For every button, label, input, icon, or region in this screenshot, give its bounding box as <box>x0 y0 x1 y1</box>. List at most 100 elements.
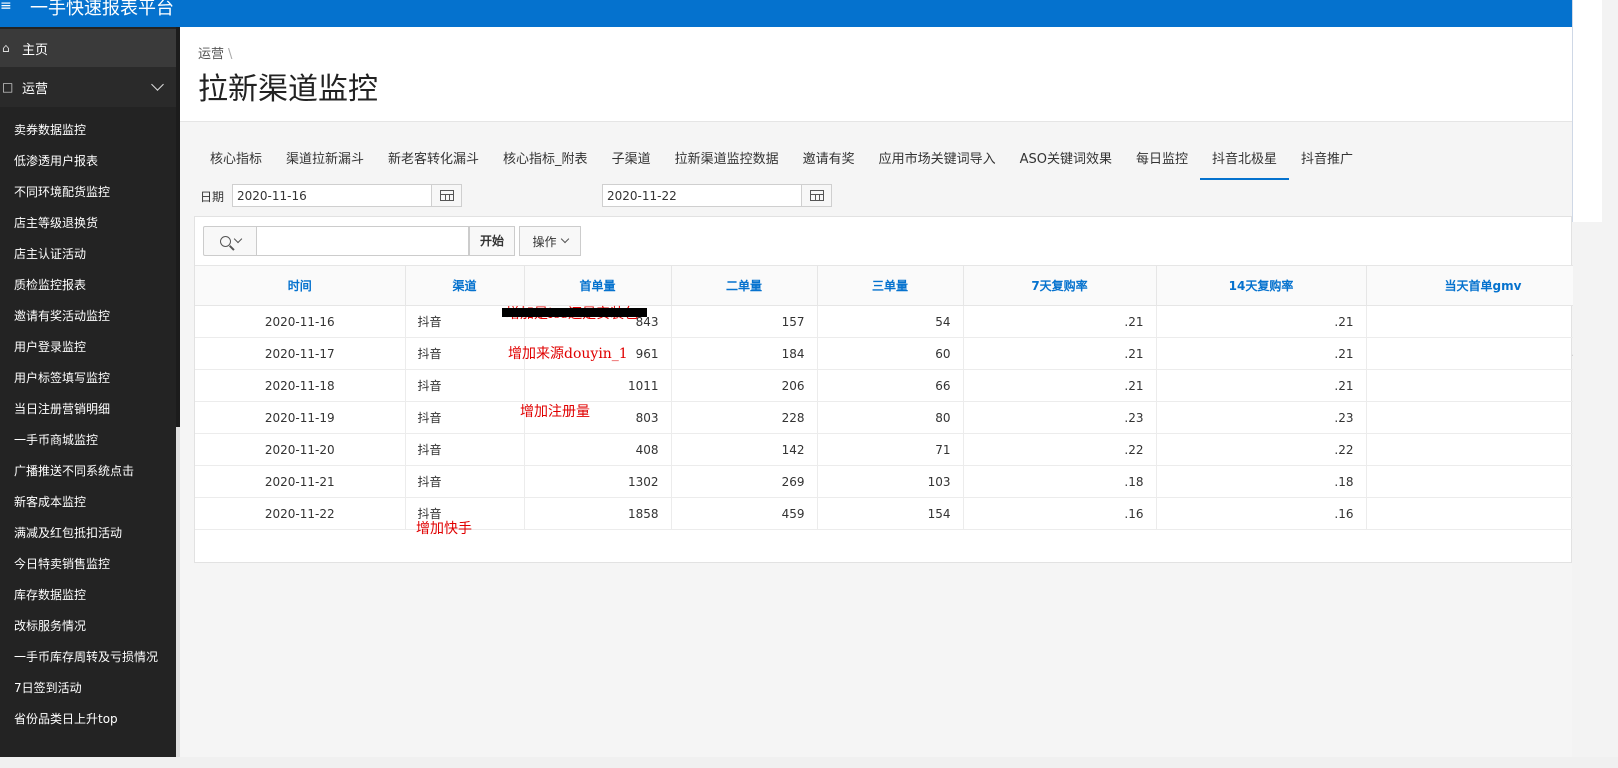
tab-daily-monitor[interactable]: 每日监控 <box>1124 148 1200 180</box>
cell-first-order-gmv: 34 <box>1366 305 1573 338</box>
cell-7day-repurchase: .23 <box>963 401 1157 434</box>
column-header-second-orders[interactable]: 二单量 <box>671 265 818 306</box>
cell-14day-repurchase: .16 <box>1156 497 1367 530</box>
cell-channel: 抖音 <box>405 401 525 434</box>
sidebar-sub-item[interactable]: 店主等级退换货 <box>0 208 180 239</box>
sidebar-sub-item[interactable]: 一手币库存周转及亏损情况 <box>0 642 180 673</box>
chevron-down-icon <box>233 234 242 244</box>
cell-first-order-gmv: 34 <box>1366 401 1573 434</box>
start-date-value: 2020-11-16 <box>237 189 307 203</box>
search-input[interactable] <box>257 226 469 256</box>
cell-first-orders: 408 <box>524 433 672 466</box>
cell-time: 2020-11-17 <box>195 337 406 370</box>
column-header-channel[interactable]: 渠道 <box>405 265 525 306</box>
sidebar-sub-item[interactable]: 新客成本监控 <box>0 487 180 518</box>
tab-douyin-promotion[interactable]: 抖音推广 <box>1289 148 1365 180</box>
tab-aso-keywords[interactable]: ASO关键词效果 <box>1008 148 1124 180</box>
cell-third-orders: 60 <box>817 337 964 370</box>
annotation-source-douyin: 增加来源douyin_1 <box>508 346 628 362</box>
sidebar-sub-item[interactable]: 当日注册营销明细 <box>0 394 180 425</box>
table-row: 2020-11-22 抖音 1858 459 154 .16 .16 89 <box>195 497 1573 530</box>
table-row: 2020-11-20 抖音 408 142 71 .22 .22 27 <box>195 433 1573 466</box>
sidebar-item-ops[interactable]: □ 运营 <box>0 67 180 107</box>
table-row: 2020-11-17 抖音 961 184 60 .21 .21 47 <box>195 337 1573 370</box>
sidebar-sub-item[interactable]: 不同环境配货监控 <box>0 177 180 208</box>
sidebar-sub-list: 卖券数据监控 低渗透用户报表 不同环境配货监控 店主等级退换货 店主认证活动 质… <box>0 115 180 735</box>
sidebar-sub-item[interactable]: 店主认证活动 <box>0 239 180 270</box>
sidebar-sub-item[interactable]: 今日特卖销售监控 <box>0 549 180 580</box>
sidebar-sub-item[interactable]: 用户登录监控 <box>0 332 180 363</box>
actions-label: 操作 <box>532 234 557 249</box>
tab-channel-data[interactable]: 拉新渠道监控数据 <box>663 148 791 180</box>
sidebar-sub-item[interactable]: 低渗透用户报表 <box>0 146 180 177</box>
main-content: 运营 \ 拉新渠道监控 核心指标 渠道拉新漏斗 新老客转化漏斗 核心指标_附表 子… <box>180 27 1573 757</box>
page-header: 运营 \ 拉新渠道监控 <box>180 27 1572 122</box>
cell-first-order-gmv: 47 <box>1366 337 1573 370</box>
cell-second-orders: 228 <box>671 401 818 434</box>
search-icon <box>219 235 231 247</box>
sidebar-sub-item[interactable]: 质检监控报表 <box>0 270 180 301</box>
actions-menu-button[interactable]: 操作 <box>519 226 581 256</box>
calendar-icon <box>809 190 824 201</box>
go-button[interactable]: 开始 <box>469 226 515 256</box>
cell-7day-repurchase: .18 <box>963 465 1157 498</box>
sidebar-sub-item[interactable]: 邀请有奖活动监控 <box>0 301 180 332</box>
search-column-button[interactable] <box>203 226 257 256</box>
sidebar-sub-item[interactable]: 改标服务情况 <box>0 611 180 642</box>
column-header-14day-repurchase[interactable]: 14天复购率 <box>1156 265 1367 306</box>
column-header-first-orders[interactable]: 首单量 <box>524 265 672 306</box>
calendar-button[interactable] <box>801 185 831 206</box>
page-title: 拉新渠道监控 <box>198 72 378 107</box>
cell-14day-repurchase: .23 <box>1156 401 1367 434</box>
cell-third-orders: 66 <box>817 369 964 402</box>
tab-core-metrics-appendix[interactable]: 核心指标_附表 <box>491 148 600 180</box>
sidebar-sub-item[interactable]: 广播推送不同系统点击 <box>0 456 180 487</box>
end-date-field[interactable]: 2020-11-22 <box>602 184 832 207</box>
cell-time: 2020-11-22 <box>195 497 406 530</box>
tab-channel-funnel[interactable]: 渠道拉新漏斗 <box>274 148 376 180</box>
sidebar-sub-item[interactable]: 7日签到活动 <box>0 673 180 704</box>
tab-invite-reward[interactable]: 邀请有奖 <box>791 148 867 180</box>
start-date-field[interactable]: 2020-11-16 <box>232 184 462 207</box>
sidebar-item-home[interactable]: ⌂ 主页 <box>0 29 180 67</box>
tab-core-metrics[interactable]: 核心指标 <box>198 148 274 180</box>
column-header-7day-repurchase[interactable]: 7天复购率 <box>963 265 1157 306</box>
tab-bar: 核心指标 渠道拉新漏斗 新老客转化漏斗 核心指标_附表 子渠道 拉新渠道监控数据… <box>198 148 1365 180</box>
cell-14day-repurchase: .22 <box>1156 433 1367 466</box>
cell-first-orders: 1858 <box>524 497 672 530</box>
sidebar-sub-item[interactable]: 卖券数据监控 <box>0 115 180 146</box>
sidebar-sub-item[interactable]: 省份品类日上升top <box>0 704 180 735</box>
annotation-kuaishou: 增加快手 <box>416 521 472 537</box>
cell-second-orders: 269 <box>671 465 818 498</box>
cell-time: 2020-11-19 <box>195 401 406 434</box>
cell-second-orders: 206 <box>671 369 818 402</box>
chevron-down-icon[interactable] <box>151 78 164 91</box>
sidebar-sub-item[interactable]: 一手币商城监控 <box>0 425 180 456</box>
column-header-time[interactable]: 时间 <box>195 265 406 306</box>
home-icon: ⌂ <box>2 41 10 55</box>
top-bar: ≡ 一手快速报表平台 <box>0 0 1572 27</box>
calendar-button[interactable] <box>431 185 461 206</box>
tab-sub-channel[interactable]: 子渠道 <box>600 148 663 180</box>
table-header-row: 时间 渠道 首单量 二单量 三单量 7天复购率 14天复购率 当天首单gmv <box>195 265 1573 306</box>
breadcrumb-separator: \ <box>228 47 233 62</box>
sidebar-item-label: 主页 <box>22 42 49 58</box>
cell-14day-repurchase: .21 <box>1156 369 1367 402</box>
sidebar-sub-item[interactable]: 库存数据监控 <box>0 580 180 611</box>
sidebar-sub-item[interactable]: 满减及红包抵扣活动 <box>0 518 180 549</box>
app-title[interactable]: 一手快速报表平台 <box>30 0 174 20</box>
column-header-third-orders[interactable]: 三单量 <box>817 265 964 306</box>
sidebar-sub-item[interactable]: 用户标签填写监控 <box>0 363 180 394</box>
tab-douyin-north-star[interactable]: 抖音北极星 <box>1200 148 1290 180</box>
cell-third-orders: 154 <box>817 497 964 530</box>
cell-time: 2020-11-18 <box>195 369 406 402</box>
column-header-first-order-gmv[interactable]: 当天首单gmv <box>1366 265 1573 306</box>
table-row: 2020-11-21 抖音 1302 269 103 .18 .18 67 <box>195 465 1573 498</box>
cell-first-order-gmv: 89 <box>1366 497 1573 530</box>
hamburger-menu-icon[interactable]: ≡ <box>0 0 12 16</box>
tab-customer-funnel[interactable]: 新老客转化漏斗 <box>376 148 491 180</box>
cell-third-orders: 103 <box>817 465 964 498</box>
tab-app-market-keywords[interactable]: 应用市场关键词导入 <box>867 148 1008 180</box>
breadcrumb-item[interactable]: 运营 <box>198 47 224 62</box>
redaction-bar <box>502 308 647 317</box>
